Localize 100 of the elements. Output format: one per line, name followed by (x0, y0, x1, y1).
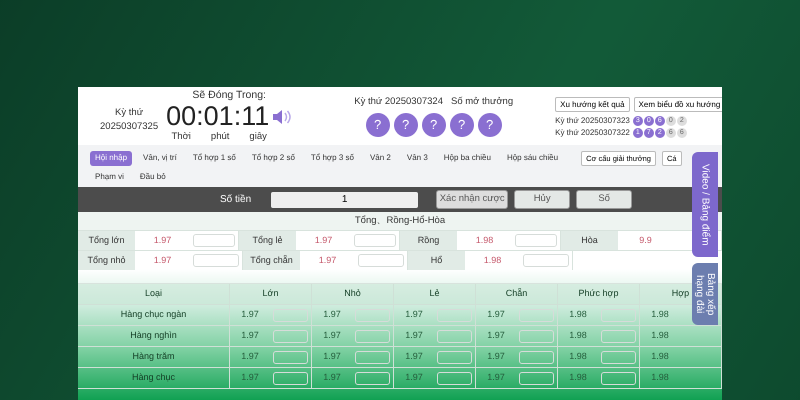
result-ball: ? (422, 113, 446, 138)
stake-field[interactable] (437, 308, 472, 322)
bet-button[interactable]: Hủy (514, 190, 570, 209)
tab[interactable]: Hộp ba chiều (438, 151, 496, 166)
bet-label: Hổ (408, 251, 465, 270)
tab[interactable]: Tổ hợp 1 số (188, 151, 241, 166)
tab[interactable]: Vân 3 (402, 151, 433, 166)
odds-value: 1.97 (404, 350, 424, 364)
odds-value: 1.98 (650, 371, 670, 384)
odds-value: 1.97 (314, 234, 334, 247)
row-label: Hàng chục ngàn (78, 305, 230, 325)
bet-button[interactable]: Xác nhận cược (436, 190, 508, 209)
stake-field[interactable] (273, 330, 308, 342)
odds-value: 1.97 (404, 371, 424, 384)
stake-field[interactable] (519, 330, 554, 342)
row-label: Hàng chục (78, 368, 230, 388)
side-tab[interactable]: Video / Bảng điểm (692, 152, 718, 257)
stake-field[interactable] (437, 350, 472, 364)
stake-field[interactable] (355, 350, 390, 364)
stake-field[interactable] (193, 254, 239, 267)
countdown-timer: 00:01:11 (166, 103, 270, 130)
stake-field[interactable] (523, 254, 569, 267)
stake-field[interactable] (355, 308, 390, 322)
odds-value: 1.97 (322, 329, 342, 342)
odds-value: 1.97 (404, 308, 424, 322)
odds-value: 1.97 (322, 350, 342, 364)
stake-field[interactable] (437, 330, 472, 342)
tab[interactable]: Vân 2 (364, 151, 396, 166)
odds-value: 1.98 (568, 329, 588, 342)
odds-value: 1.97 (318, 254, 338, 267)
tab[interactable]: Phạm vi (90, 170, 129, 184)
tab[interactable]: Tổ hợp 3 số (306, 151, 359, 166)
amount-field[interactable]: 1 (271, 192, 418, 208)
row-label: Hàng nghìn (78, 326, 230, 346)
stake-field[interactable] (273, 308, 308, 322)
tab[interactable]: Vân, vị trí (138, 151, 182, 166)
countdown-title: Sẽ Đóng Trong: (192, 88, 266, 102)
odds-value: 1.97 (240, 308, 260, 322)
result-ball: ? (450, 113, 474, 138)
column-header: Phức hợp (558, 284, 640, 304)
history-label: Kỳ thứ 20250307322 (555, 127, 630, 140)
bet-label: Tổng lớn (78, 231, 135, 250)
odds-value: 1.97 (322, 308, 342, 322)
bet-button[interactable]: Số (576, 190, 632, 209)
odds-value: 1.98 (568, 371, 588, 384)
stake-field[interactable] (273, 372, 308, 384)
tab[interactable]: Tổ hợp 2 số (246, 151, 300, 166)
amount-label: Số tiền (220, 193, 252, 207)
bet-label: Tổng chẵn (243, 251, 300, 270)
stake-field[interactable] (519, 372, 554, 384)
row-label: Hàng trăm (78, 347, 230, 367)
stake-field[interactable] (355, 330, 390, 342)
stake-field[interactable] (354, 234, 396, 247)
odds-value: 1.97 (240, 350, 260, 364)
result-ball: ? (394, 113, 418, 138)
draw-label: Kỳ thứ (115, 106, 144, 120)
odds-value: 1.97 (486, 371, 506, 384)
draw-number: 20250307325 (100, 120, 158, 134)
trend-button[interactable]: Xu hướng kết quả (555, 96, 630, 112)
column-header: Lẻ (394, 284, 476, 304)
odds-value: 1.97 (322, 371, 342, 384)
stake-field[interactable] (358, 254, 404, 267)
speaker-icon[interactable] (272, 108, 292, 126)
tab[interactable]: Hộp sáu chiều (502, 151, 564, 166)
stake-field[interactable] (355, 372, 390, 384)
trend-button[interactable]: Xem biểu đồ xu hướng (634, 96, 722, 112)
odds-value: 1.97 (486, 329, 506, 342)
stake-field[interactable] (193, 234, 235, 247)
odds-value: 1.98 (482, 254, 502, 267)
tab[interactable]: Hội nhập (90, 151, 132, 166)
bet-label: Tổng nhỏ (78, 251, 135, 270)
stake-field[interactable] (437, 372, 472, 384)
odds-value: 1.97 (486, 308, 506, 322)
side-tab[interactable]: Bảng xếp hạng đài (692, 263, 718, 325)
tab[interactable]: Đầu bỏ (134, 170, 171, 184)
odds-value: 1.97 (152, 254, 172, 267)
odds-value: 1.98 (650, 329, 670, 342)
odds-value: 1.97 (240, 329, 260, 342)
result-ball: ? (366, 113, 390, 138)
column-header: Nhỏ (312, 284, 394, 304)
odds-value: 1.98 (474, 234, 494, 247)
odds-value: 1.98 (650, 308, 670, 322)
odds-value: 1.98 (568, 350, 588, 364)
stake-field[interactable] (273, 350, 308, 364)
stake-field[interactable] (519, 308, 554, 322)
stake-field[interactable] (515, 234, 557, 247)
stake-field[interactable] (601, 330, 636, 342)
stake-field[interactable] (601, 372, 636, 384)
odds-value: 1.97 (152, 234, 172, 247)
bet-label: Hòa (561, 231, 618, 250)
draw-label: Kỳ thứ 20250307324 (354, 94, 443, 109)
odds-value: 1.97 (404, 329, 424, 342)
result-ball: ? (478, 113, 502, 138)
time-unit-label: giây (249, 130, 267, 144)
history-label: Kỳ thứ 20250307323 (555, 115, 630, 128)
stake-field[interactable] (601, 308, 636, 322)
time-unit-label: Thời (171, 130, 191, 144)
stake-field[interactable] (601, 350, 636, 364)
stake-field[interactable] (519, 350, 554, 364)
bet-label: Rồng (400, 231, 457, 250)
